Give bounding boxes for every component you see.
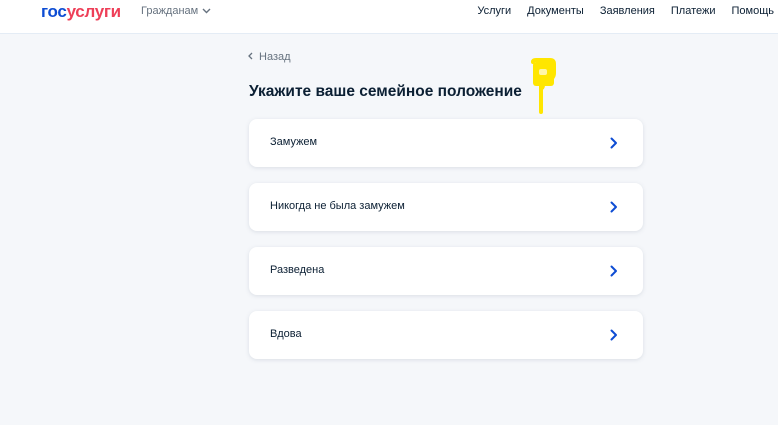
chevron-right-icon [610, 200, 618, 218]
nav-item-documents[interactable]: Документы [527, 5, 584, 17]
logo-part-gos: гос [41, 2, 67, 21]
nav-item-payments[interactable]: Платежи [671, 5, 716, 17]
option-label: Вдова [270, 328, 302, 340]
option-label: Никогда не была замужем [270, 200, 405, 212]
back-chevron-icon [248, 51, 253, 63]
nav-item-services[interactable]: Услуги [477, 5, 511, 17]
page-title: Укажите ваше семейное положение [249, 83, 522, 100]
main-nav: Услуги Документы Заявления Платежи Помощ… [477, 5, 774, 17]
back-label: Назад [259, 51, 291, 63]
option-never-married[interactable]: Никогда не была замужем [249, 183, 643, 231]
citizens-menu[interactable]: Гражданам [141, 5, 211, 17]
back-link[interactable]: Назад [248, 51, 291, 63]
highlight-marker-mark [531, 58, 556, 114]
option-divorced[interactable]: Разведена [249, 247, 643, 295]
nav-item-applications[interactable]: Заявления [600, 5, 655, 17]
chevron-right-icon [610, 136, 618, 154]
chevron-right-icon [610, 328, 618, 346]
option-label: Замужем [270, 136, 318, 148]
chevron-right-icon [610, 264, 618, 282]
nav-item-help[interactable]: Помощь [732, 5, 775, 17]
option-widow[interactable]: Вдова [249, 311, 643, 359]
gosuslugi-logo[interactable]: госуслуги [41, 2, 121, 22]
logo-part-uslugi: услуги [66, 2, 122, 21]
citizens-label: Гражданам [141, 5, 199, 17]
top-header: госуслуги Гражданам Услуги Документы Зая… [0, 0, 778, 34]
option-married[interactable]: Замужем [249, 119, 643, 167]
option-label: Разведена [270, 264, 325, 276]
chevron-down-icon [202, 8, 211, 14]
